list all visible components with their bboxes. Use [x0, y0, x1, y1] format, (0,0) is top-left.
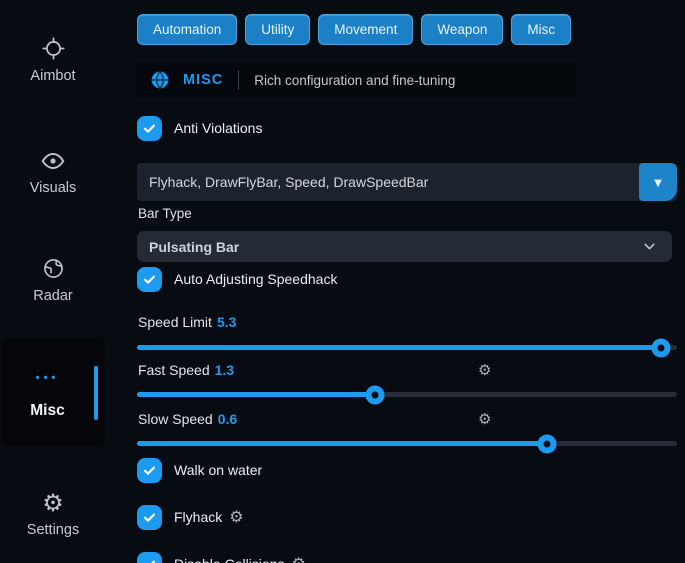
gear-icon[interactable]: ⚙: [292, 556, 306, 563]
tab-weapon[interactable]: Weapon: [421, 14, 503, 45]
bar-type-label: Bar Type: [138, 206, 192, 221]
anti-violations-checkbox[interactable]: [137, 116, 162, 141]
anti-violations-label: Anti Violations: [174, 120, 262, 136]
sidebar-item-settings[interactable]: ⚙ Settings: [0, 490, 106, 538]
slider-value: 1.3: [215, 362, 234, 378]
fast-speed-slider[interactable]: [137, 392, 677, 397]
eye-icon: [0, 148, 106, 176]
flyhack-checkbox[interactable]: [137, 505, 162, 530]
ellipsis-icon: •••: [2, 372, 93, 384]
slider-value: 0.6: [218, 411, 237, 427]
slider-thumb[interactable]: [651, 338, 670, 357]
check-icon: [142, 272, 157, 287]
slow-speed-slider[interactable]: [137, 441, 677, 446]
flyhack-row: Flyhack ⚙: [137, 504, 244, 530]
walk-on-water-label: Walk on water: [174, 462, 262, 478]
gear-icon[interactable]: ⚙: [229, 509, 243, 525]
divider: [238, 70, 239, 90]
tab-misc[interactable]: Misc: [511, 14, 571, 45]
tab-utility[interactable]: Utility: [245, 14, 310, 45]
walk-on-water-row: Walk on water: [137, 457, 262, 483]
sidebar-item-label: Settings: [0, 522, 106, 538]
speed-limit-slider[interactable]: [137, 345, 677, 350]
sidebar-item-label: Radar: [0, 288, 106, 304]
bar-multiselect-value: Flyhack, DrawFlyBar, Speed, DrawSpeedBar: [137, 174, 639, 190]
sidebar: Aimbot Visuals Radar ••• Misc: [0, 0, 130, 563]
slider-fill: [137, 345, 661, 350]
slider-thumb[interactable]: [538, 434, 557, 453]
slider-label-text: Speed Limit: [138, 314, 212, 330]
sidebar-item-visuals[interactable]: Visuals: [0, 148, 106, 196]
category-tabs: Automation Utility Movement Weapon Misc: [137, 14, 571, 45]
check-icon: [142, 557, 157, 563]
sidebar-item-label: Misc: [2, 402, 93, 420]
main-panel: Automation Utility Movement Weapon Misc …: [130, 0, 685, 563]
chevron-down-icon: [641, 238, 658, 255]
bar-multiselect-dropdown-button[interactable]: ▼: [639, 163, 677, 201]
slider-fill: [137, 441, 547, 446]
flyhack-label: Flyhack: [174, 509, 222, 525]
auto-adjusting-speedhack-checkbox[interactable]: [137, 267, 162, 292]
tab-movement[interactable]: Movement: [318, 14, 413, 45]
slow-speed-label: Slow Speed 0.6: [138, 411, 237, 427]
crosshair-icon: [0, 36, 106, 64]
tab-automation[interactable]: Automation: [137, 14, 237, 45]
sidebar-item-misc-active[interactable]: ••• Misc: [2, 338, 105, 446]
section-title: MISC: [183, 72, 223, 88]
sidebar-item-radar[interactable]: Radar: [0, 256, 106, 304]
anti-violations-row: Anti Violations: [137, 115, 262, 141]
slider-thumb[interactable]: [365, 385, 384, 404]
globe-icon: [0, 256, 106, 284]
fast-speed-label: Fast Speed 1.3: [138, 362, 234, 378]
check-icon: [142, 510, 157, 525]
disable-collisions-label: Disable Collisions: [174, 556, 285, 563]
dropdown-triangle-icon: ▼: [652, 175, 665, 190]
bar-type-select[interactable]: Pulsating Bar: [137, 231, 672, 262]
bar-multiselect[interactable]: Flyhack, DrawFlyBar, Speed, DrawSpeedBar…: [137, 163, 677, 201]
auto-adjusting-speedhack-row: Auto Adjusting Speedhack: [137, 266, 337, 292]
gear-icon: ⚙: [0, 490, 106, 518]
slider-label-text: Slow Speed: [138, 411, 213, 427]
gear-icon[interactable]: ⚙: [478, 361, 491, 379]
cheat-menu-window: Aimbot Visuals Radar ••• Misc: [0, 0, 685, 563]
auto-adjusting-speedhack-label: Auto Adjusting Speedhack: [174, 271, 337, 287]
check-icon: [142, 121, 157, 136]
disable-collisions-checkbox[interactable]: [137, 552, 162, 563]
bar-type-value: Pulsating Bar: [149, 239, 641, 255]
disable-collisions-row: Disable Collisions ⚙: [137, 551, 306, 563]
sidebar-item-aimbot[interactable]: Aimbot: [0, 36, 106, 84]
globe-icon: [150, 70, 170, 90]
sidebar-item-label: Visuals: [0, 180, 106, 196]
check-icon: [142, 463, 157, 478]
active-indicator-bar: [94, 366, 98, 420]
speed-limit-label: Speed Limit 5.3: [138, 314, 236, 330]
section-subtitle: Rich configuration and fine-tuning: [254, 73, 455, 88]
slider-fill: [137, 392, 375, 397]
slider-label-text: Fast Speed: [138, 362, 210, 378]
sidebar-item-label: Aimbot: [0, 68, 106, 84]
section-header: MISC Rich configuration and fine-tuning: [137, 63, 575, 97]
walk-on-water-checkbox[interactable]: [137, 458, 162, 483]
gear-icon[interactable]: ⚙: [478, 410, 491, 428]
slider-value: 5.3: [217, 314, 236, 330]
